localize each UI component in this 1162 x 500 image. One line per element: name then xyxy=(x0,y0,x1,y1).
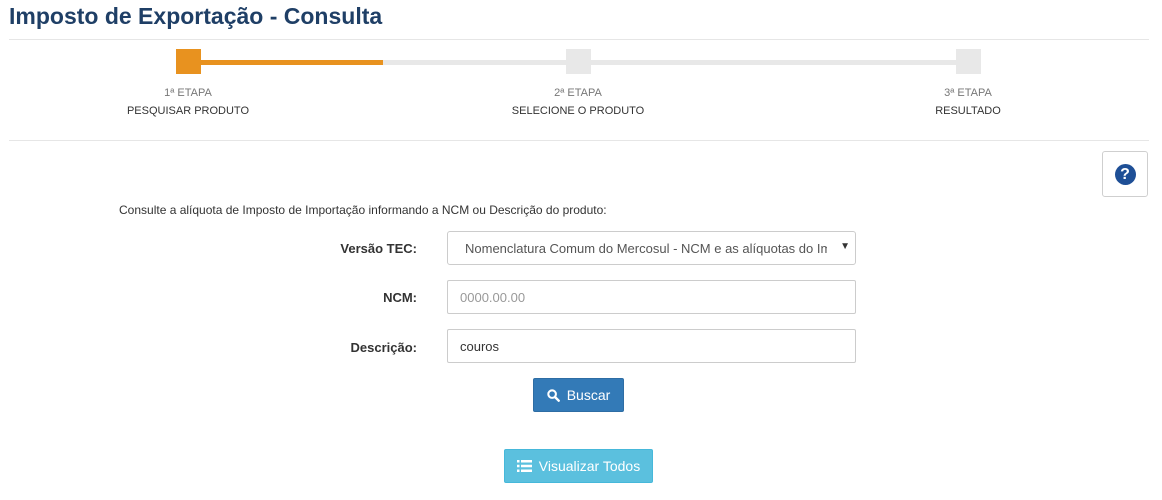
search-icon xyxy=(546,388,560,402)
versao-tec-label: Versão TEC: xyxy=(340,241,417,256)
help-button[interactable]: ? xyxy=(1102,151,1148,197)
list-icon xyxy=(516,460,532,472)
descricao-input[interactable] xyxy=(447,329,856,363)
search-button-label: Buscar xyxy=(566,387,611,403)
question-circle-icon: ? xyxy=(1114,163,1136,185)
step-3-label: 3ª ETAPA xyxy=(944,87,992,99)
stepper-divider xyxy=(9,140,1149,141)
versao-tec-select[interactable]: Nomenclatura Comum do Mercosul - NCM e a… xyxy=(447,231,856,265)
search-button[interactable]: Buscar xyxy=(533,378,624,412)
step-3-marker xyxy=(956,49,981,74)
step-2-name: SELECIONE O PRODUTO xyxy=(511,105,645,117)
title-divider xyxy=(9,39,1149,40)
step-1-label: 1ª ETAPA xyxy=(164,87,212,99)
descricao-label: Descrição: xyxy=(350,340,417,355)
stepper-progress-fill xyxy=(188,60,383,65)
view-all-button-label: Visualizar Todos xyxy=(538,458,641,474)
versao-tec-selected-value: Nomenclatura Comum do Mercosul - NCM e a… xyxy=(465,241,827,256)
step-2-marker xyxy=(566,49,591,74)
ncm-input[interactable] xyxy=(447,280,856,314)
ncm-label: NCM: xyxy=(383,290,417,305)
step-3-name: RESULTADO xyxy=(935,105,1001,117)
page-title: Imposto de Exportação - Consulta xyxy=(9,3,383,29)
view-all-button[interactable]: Visualizar Todos xyxy=(504,449,653,483)
step-1-marker xyxy=(176,49,201,74)
step-2-label: 2ª ETAPA xyxy=(554,87,602,99)
intro-text: Consulte a alíquota de Imposto de Import… xyxy=(119,203,607,217)
step-1-name: PESQUISAR PRODUTO xyxy=(126,105,250,117)
caret-down-icon: ▼ xyxy=(840,241,850,252)
